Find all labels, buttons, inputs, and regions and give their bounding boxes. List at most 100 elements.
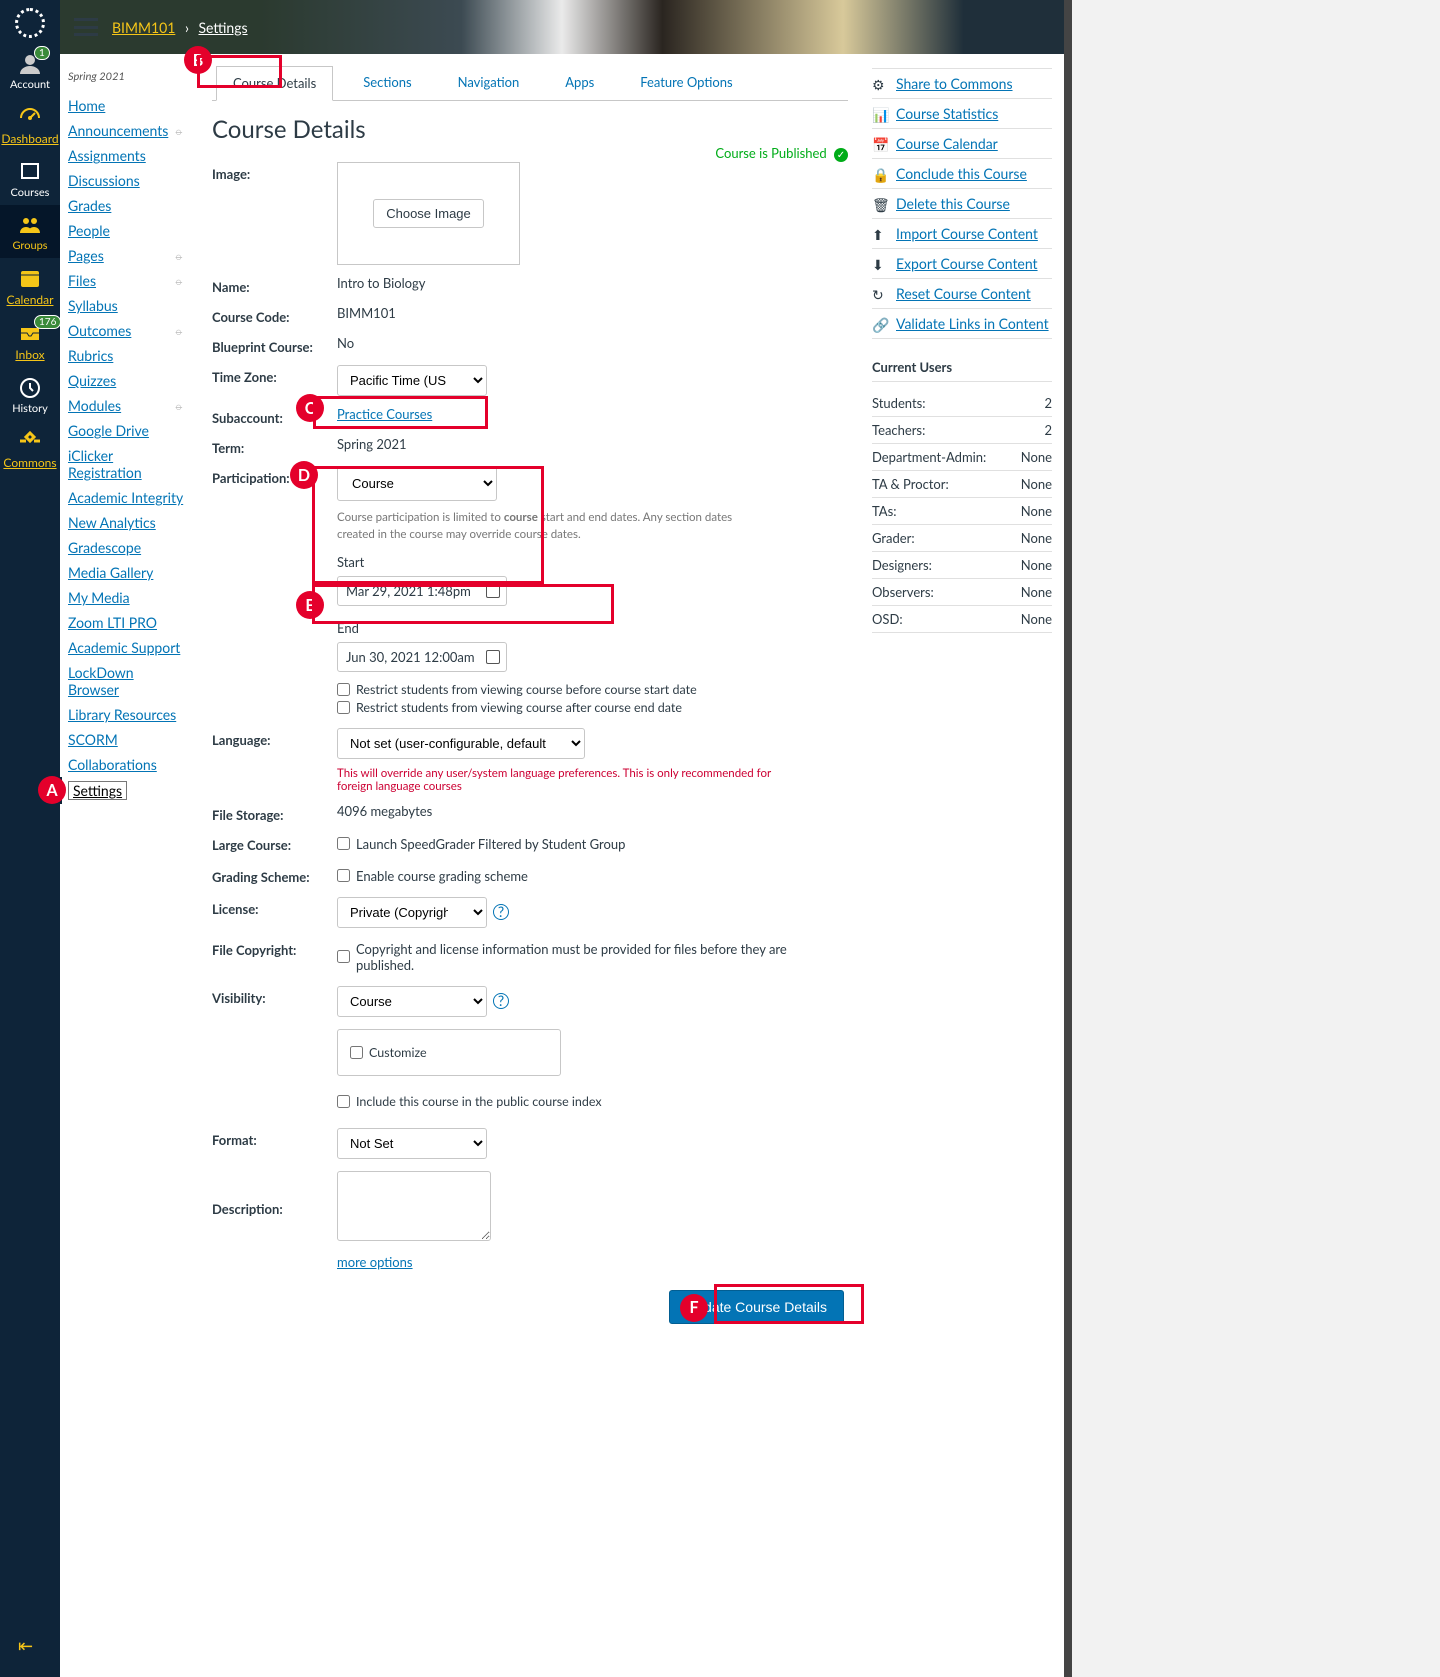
large-course-checkbox[interactable] — [337, 837, 350, 850]
customize-checkbox[interactable] — [350, 1046, 363, 1059]
nav-groups[interactable]: Groups — [0, 205, 60, 258]
sidebar-action[interactable]: ⬆Import Course Content — [872, 219, 1052, 249]
course-nav: Spring 2021 HomeAnnouncements⦵Assignment… — [60, 54, 192, 1364]
scrollbar[interactable] — [1064, 0, 1072, 1677]
course-nav-item[interactable]: New Analytics — [68, 510, 192, 535]
nav-account[interactable]: 1 Account — [0, 44, 60, 97]
course-nav-item[interactable]: My Media — [68, 585, 192, 610]
sidebar-action[interactable]: 📅Course Calendar — [872, 129, 1052, 159]
annotation-C: C — [296, 394, 324, 422]
language-select[interactable]: Not set (user-configurable, defaults to … — [337, 728, 585, 759]
breadcrumb-bar: BIMM101 › Settings — [60, 0, 1064, 54]
user-role-row: Students:2 — [872, 390, 1052, 417]
course-nav-item[interactable]: Zoom LTI PRO — [68, 610, 192, 635]
course-nav-item[interactable]: Quizzes — [68, 368, 192, 393]
sidebar-action[interactable]: 📊Course Statistics — [872, 99, 1052, 129]
user-role-row: TA & Proctor:None — [872, 471, 1052, 498]
canvas-logo-icon[interactable] — [15, 8, 45, 38]
page-title: Course Details — [212, 115, 848, 144]
tab-apps[interactable]: Apps — [549, 66, 610, 100]
participation-select[interactable]: Course — [337, 466, 497, 501]
sidebar-action[interactable]: ↻Reset Course Content — [872, 279, 1052, 309]
start-date-input[interactable]: Mar 29, 2021 1:48pm — [337, 576, 507, 606]
course-nav-item[interactable]: Library Resources — [68, 702, 192, 727]
breadcrumb-course[interactable]: BIMM101 — [112, 19, 175, 36]
global-nav: 1 Account Dashboard Courses Groups Calen… — [0, 0, 60, 1677]
hidden-icon: ⦵ — [174, 248, 184, 264]
nav-dashboard[interactable]: Dashboard — [0, 97, 60, 152]
course-nav-item[interactable]: Settings — [60, 777, 192, 804]
sidebar-action[interactable]: 🔒Conclude this Course — [872, 159, 1052, 189]
course-nav-item[interactable]: iClicker Registration — [68, 443, 192, 485]
course-nav-item[interactable]: Syllabus — [68, 293, 192, 318]
hidden-icon: ⦵ — [174, 273, 184, 289]
include-public-checkbox[interactable] — [337, 1095, 350, 1108]
course-nav-item[interactable]: Collaborations — [68, 752, 192, 777]
course-nav-item[interactable]: Grades — [68, 193, 192, 218]
end-date-input[interactable]: Jun 30, 2021 12:00am — [337, 642, 507, 672]
help-icon[interactable]: ? — [493, 904, 509, 920]
annotation-F: F — [680, 1294, 708, 1322]
calendar-icon[interactable] — [486, 584, 500, 598]
course-nav-item[interactable]: Files⦵ — [68, 268, 192, 293]
tab-navigation[interactable]: Navigation — [442, 66, 536, 100]
lbl-image: Image: — [212, 162, 337, 182]
action-icon: ⬆ — [872, 226, 888, 242]
course-nav-item[interactable]: Rubrics — [68, 343, 192, 368]
nav-courses[interactable]: Courses — [0, 152, 60, 205]
nav-inbox[interactable]: 176 Inbox — [0, 313, 60, 368]
course-nav-item[interactable]: Google Drive — [68, 418, 192, 443]
collapse-nav-icon[interactable]: ⇤ — [18, 1634, 33, 1657]
hamburger-icon[interactable] — [74, 18, 98, 36]
current-users-header: Current Users — [872, 359, 1052, 382]
user-role-row: Grader:None — [872, 525, 1052, 552]
sidebar-action[interactable]: ⚙Share to Commons — [872, 68, 1052, 99]
course-nav-item[interactable]: Outcomes⦵ — [68, 318, 192, 343]
restrict-after-checkbox[interactable] — [337, 701, 350, 714]
course-nav-item[interactable]: Announcements⦵ — [68, 118, 192, 143]
course-nav-item[interactable]: Media Gallery — [68, 560, 192, 585]
course-code: BIMM101 — [337, 305, 848, 321]
format-select[interactable]: Not Set — [337, 1128, 487, 1159]
sidebar-action[interactable]: 🔗Validate Links in Content — [872, 309, 1052, 339]
book-icon — [18, 160, 42, 184]
tab-course-details[interactable]: Course Details — [216, 66, 333, 101]
visibility-select[interactable]: Course — [337, 986, 487, 1017]
course-nav-item[interactable]: Assignments — [68, 143, 192, 168]
course-nav-item[interactable]: Academic Support — [68, 635, 192, 660]
calendar-icon[interactable] — [486, 650, 500, 664]
course-nav-item[interactable]: Gradescope — [68, 535, 192, 560]
course-nav-item[interactable]: Modules⦵ — [68, 393, 192, 418]
description-textarea[interactable] — [337, 1171, 491, 1241]
lbl-end: End — [337, 620, 767, 636]
course-nav-item[interactable]: SCORM — [68, 727, 192, 752]
sidebar-action[interactable]: ⬇Export Course Content — [872, 249, 1052, 279]
user-role-row: Designers:None — [872, 552, 1052, 579]
timezone-select[interactable]: Pacific Time (US & Canada) ( — [337, 365, 487, 396]
course-nav-item[interactable]: People — [68, 218, 192, 243]
annotation-E: E — [296, 591, 324, 619]
nav-commons[interactable]: Commons — [0, 421, 60, 476]
course-nav-item[interactable]: Discussions — [68, 168, 192, 193]
license-select[interactable]: Private (Copyrighted) — [337, 897, 487, 928]
tab-sections[interactable]: Sections — [347, 66, 427, 100]
help-icon[interactable]: ? — [493, 993, 509, 1009]
breadcrumb-page[interactable]: Settings — [198, 19, 247, 36]
action-icon: 🔒 — [872, 166, 888, 182]
more-options-link[interactable]: more options — [337, 1254, 413, 1270]
subaccount-link[interactable]: Practice Courses — [337, 406, 432, 422]
sidebar-action[interactable]: 🗑Delete this Course — [872, 189, 1052, 219]
grading-scheme-checkbox[interactable] — [337, 869, 350, 882]
breadcrumb: BIMM101 › Settings — [112, 19, 248, 36]
tab-feature-options[interactable]: Feature Options — [624, 66, 748, 100]
file-copyright-checkbox[interactable] — [337, 950, 350, 963]
nav-history[interactable]: History — [0, 368, 60, 421]
course-nav-item[interactable]: Academic Integrity — [68, 485, 192, 510]
choose-image-button[interactable]: Choose Image — [373, 199, 484, 228]
restrict-before-checkbox[interactable] — [337, 683, 350, 696]
course-nav-item[interactable]: LockDown Browser — [68, 660, 192, 702]
user-role-row: Teachers:2 — [872, 417, 1052, 444]
course-nav-item[interactable]: Pages⦵ — [68, 243, 192, 268]
nav-calendar[interactable]: Calendar — [0, 258, 60, 313]
course-nav-item[interactable]: Home — [68, 93, 192, 118]
